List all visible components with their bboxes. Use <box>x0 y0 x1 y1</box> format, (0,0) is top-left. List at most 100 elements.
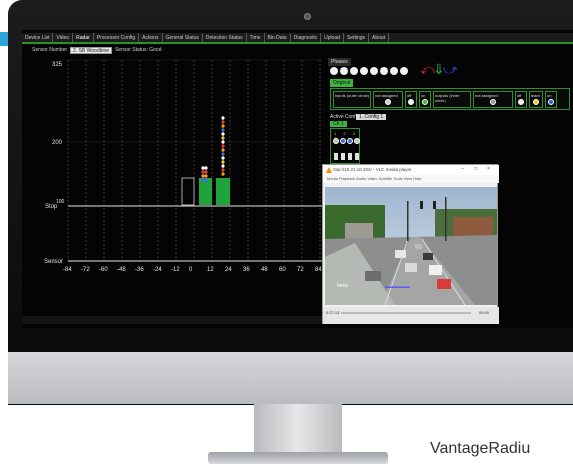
vehicle-track-point <box>201 174 205 178</box>
menu-item-settings[interactable]: Settings <box>344 33 370 42</box>
output-off: off <box>515 91 527 108</box>
output-not-assigned: not assigned <box>473 91 513 108</box>
x-tick-label: -36 <box>135 267 144 273</box>
vehicle-track-point <box>204 166 208 170</box>
menu-item-radar[interactable]: Radar <box>73 33 94 42</box>
input-off-led <box>408 99 414 105</box>
x-tick-label: -72 <box>81 267 90 273</box>
maximize-icon[interactable]: □ <box>474 166 477 172</box>
output-on: on <box>545 91 557 108</box>
phase-indicators <box>330 67 408 75</box>
output-learn-led <box>533 99 539 105</box>
channel-slot[interactable] <box>341 153 345 160</box>
application-window: Device List Video Radar Processor Config Act… <box>22 30 573 328</box>
sensor-status-text: Sensor Status: Good <box>115 47 162 53</box>
y-label-200: 200 <box>52 140 63 146</box>
phase-dot[interactable] <box>400 67 408 75</box>
video-overlay-text: ▬▬▬▬▬ <box>385 284 410 290</box>
vehicle-track-point <box>221 128 225 132</box>
channel-led[interactable] <box>333 138 339 144</box>
vehicle-track-point <box>201 170 205 174</box>
monitor-stand-base <box>208 452 388 464</box>
menu-item-upload[interactable]: Upload <box>321 33 344 42</box>
menu-item-actions[interactable]: Actions <box>139 33 163 42</box>
channel-slot[interactable] <box>348 153 352 160</box>
x-tick-label: -12 <box>171 267 180 273</box>
empty-detection-zone <box>181 177 195 206</box>
approach-arrows: ⤺⇓⤻ <box>420 61 458 77</box>
x-tick-label: 48 <box>261 267 268 273</box>
vehicle-track-point <box>221 160 225 164</box>
output-not-assigned-led <box>490 99 496 105</box>
webcam-icon <box>304 13 311 20</box>
close-icon[interactable]: × <box>487 166 490 172</box>
x-tick-label: 84 <box>315 267 322 273</box>
main-menu-bar: Device List Video Radar Processor Config Act… <box>22 33 573 44</box>
phase-dot[interactable] <box>360 67 368 75</box>
phase-dot[interactable] <box>380 67 388 75</box>
y-label-100: 100 <box>56 199 65 205</box>
input-not-assigned-led <box>385 99 391 105</box>
vlc-cone-icon <box>326 167 332 173</box>
seek-bar[interactable] <box>341 312 471 314</box>
channel-slot[interactable] <box>355 153 359 160</box>
vlc-player-window: rtsp://10.21.10.202/ - VLC media player … <box>322 164 499 324</box>
vehicle-track-point <box>221 152 225 156</box>
vlc-title-text: rtsp://10.21.10.202/ - VLC media player <box>333 167 412 172</box>
menu-item-detection-status[interactable]: Detection Status <box>203 33 247 42</box>
vlc-title-bar: rtsp://10.21.10.202/ - VLC media player … <box>323 165 499 175</box>
menu-item-time[interactable]: Time <box>247 33 265 42</box>
phase-dot[interactable] <box>330 67 338 75</box>
x-tick-label: 12 <box>207 267 214 273</box>
channel-leds <box>333 138 360 144</box>
phase-dot[interactable] <box>370 67 378 75</box>
menu-item-device-list[interactable]: Device List <box>22 33 54 42</box>
sensor-selector-row: Sensor Number 2. SB Woodbine Sensor Stat… <box>32 46 161 54</box>
right-turn-arrow-icon: ⤻ <box>442 61 458 77</box>
menu-item-general-status[interactable]: General Status <box>163 33 203 42</box>
x-tick-label: 0 <box>189 267 193 273</box>
vehicle-track-point <box>201 178 205 182</box>
sensor-number-label: Sensor Number <box>32 47 68 53</box>
menu-item-video[interactable]: Video <box>53 33 74 42</box>
monitor-stand-neck <box>254 404 342 452</box>
output-on-led <box>548 99 554 105</box>
camera-video-feed[interactable]: Iteris ▬▬▬▬▬ <box>325 187 497 305</box>
sensor-number-select[interactable]: 2. SB Woodbine <box>70 46 113 54</box>
vlc-menu-bar[interactable]: Media Playback Audio Video Subtitle Tool… <box>323 175 499 183</box>
brand-caption: VantageRadiu <box>430 440 531 457</box>
channel-tab[interactable]: Ch 1 <box>330 121 347 127</box>
vehicle-track-point <box>221 164 225 168</box>
outputs-legend-label: outputs (inner circle) <box>433 91 471 108</box>
vehicle-track-point <box>221 116 225 120</box>
input-not-assigned: not assigned <box>373 91 403 108</box>
total-time: 00:00 <box>479 310 490 315</box>
vehicle-track-point <box>221 120 225 124</box>
phases-title: Phases <box>328 58 351 66</box>
output-learn: learn <box>529 91 543 108</box>
minimize-icon[interactable]: – <box>461 166 464 172</box>
phase-dot[interactable] <box>390 67 398 75</box>
active-config-value[interactable]: 1. Config 1 <box>356 114 387 120</box>
phase-dot[interactable] <box>350 67 358 75</box>
channel-slots <box>334 153 359 160</box>
menu-item-bin-data[interactable]: Bin Data <box>265 33 291 42</box>
input-on-led <box>422 99 428 105</box>
channel-led[interactable] <box>347 138 353 144</box>
vehicle-track-point <box>221 144 225 148</box>
channel-led[interactable] <box>354 138 360 144</box>
menu-item-about[interactable]: About <box>369 33 390 42</box>
vehicle-track-point <box>221 148 225 152</box>
output-off-led <box>518 99 524 105</box>
y-label-sensor: Sensor <box>44 259 63 265</box>
detection-zone-1 <box>199 178 212 205</box>
menu-item-diagnostic[interactable]: Diagnostic <box>291 33 322 42</box>
phase-dot[interactable] <box>340 67 348 75</box>
channel-slot[interactable] <box>334 153 338 160</box>
channel-led[interactable] <box>340 138 346 144</box>
phase-profile-button[interactable]: Original <box>330 79 354 87</box>
radar-plot[interactable]: 325 200 Stop 100 Sensor -84 -72 -60 -48 -36-… <box>22 56 322 284</box>
channel-config-box: 1 2 3 4 <box>330 128 360 164</box>
input-on: on <box>419 91 431 108</box>
menu-item-processor-config[interactable]: Processor Config <box>94 33 140 42</box>
